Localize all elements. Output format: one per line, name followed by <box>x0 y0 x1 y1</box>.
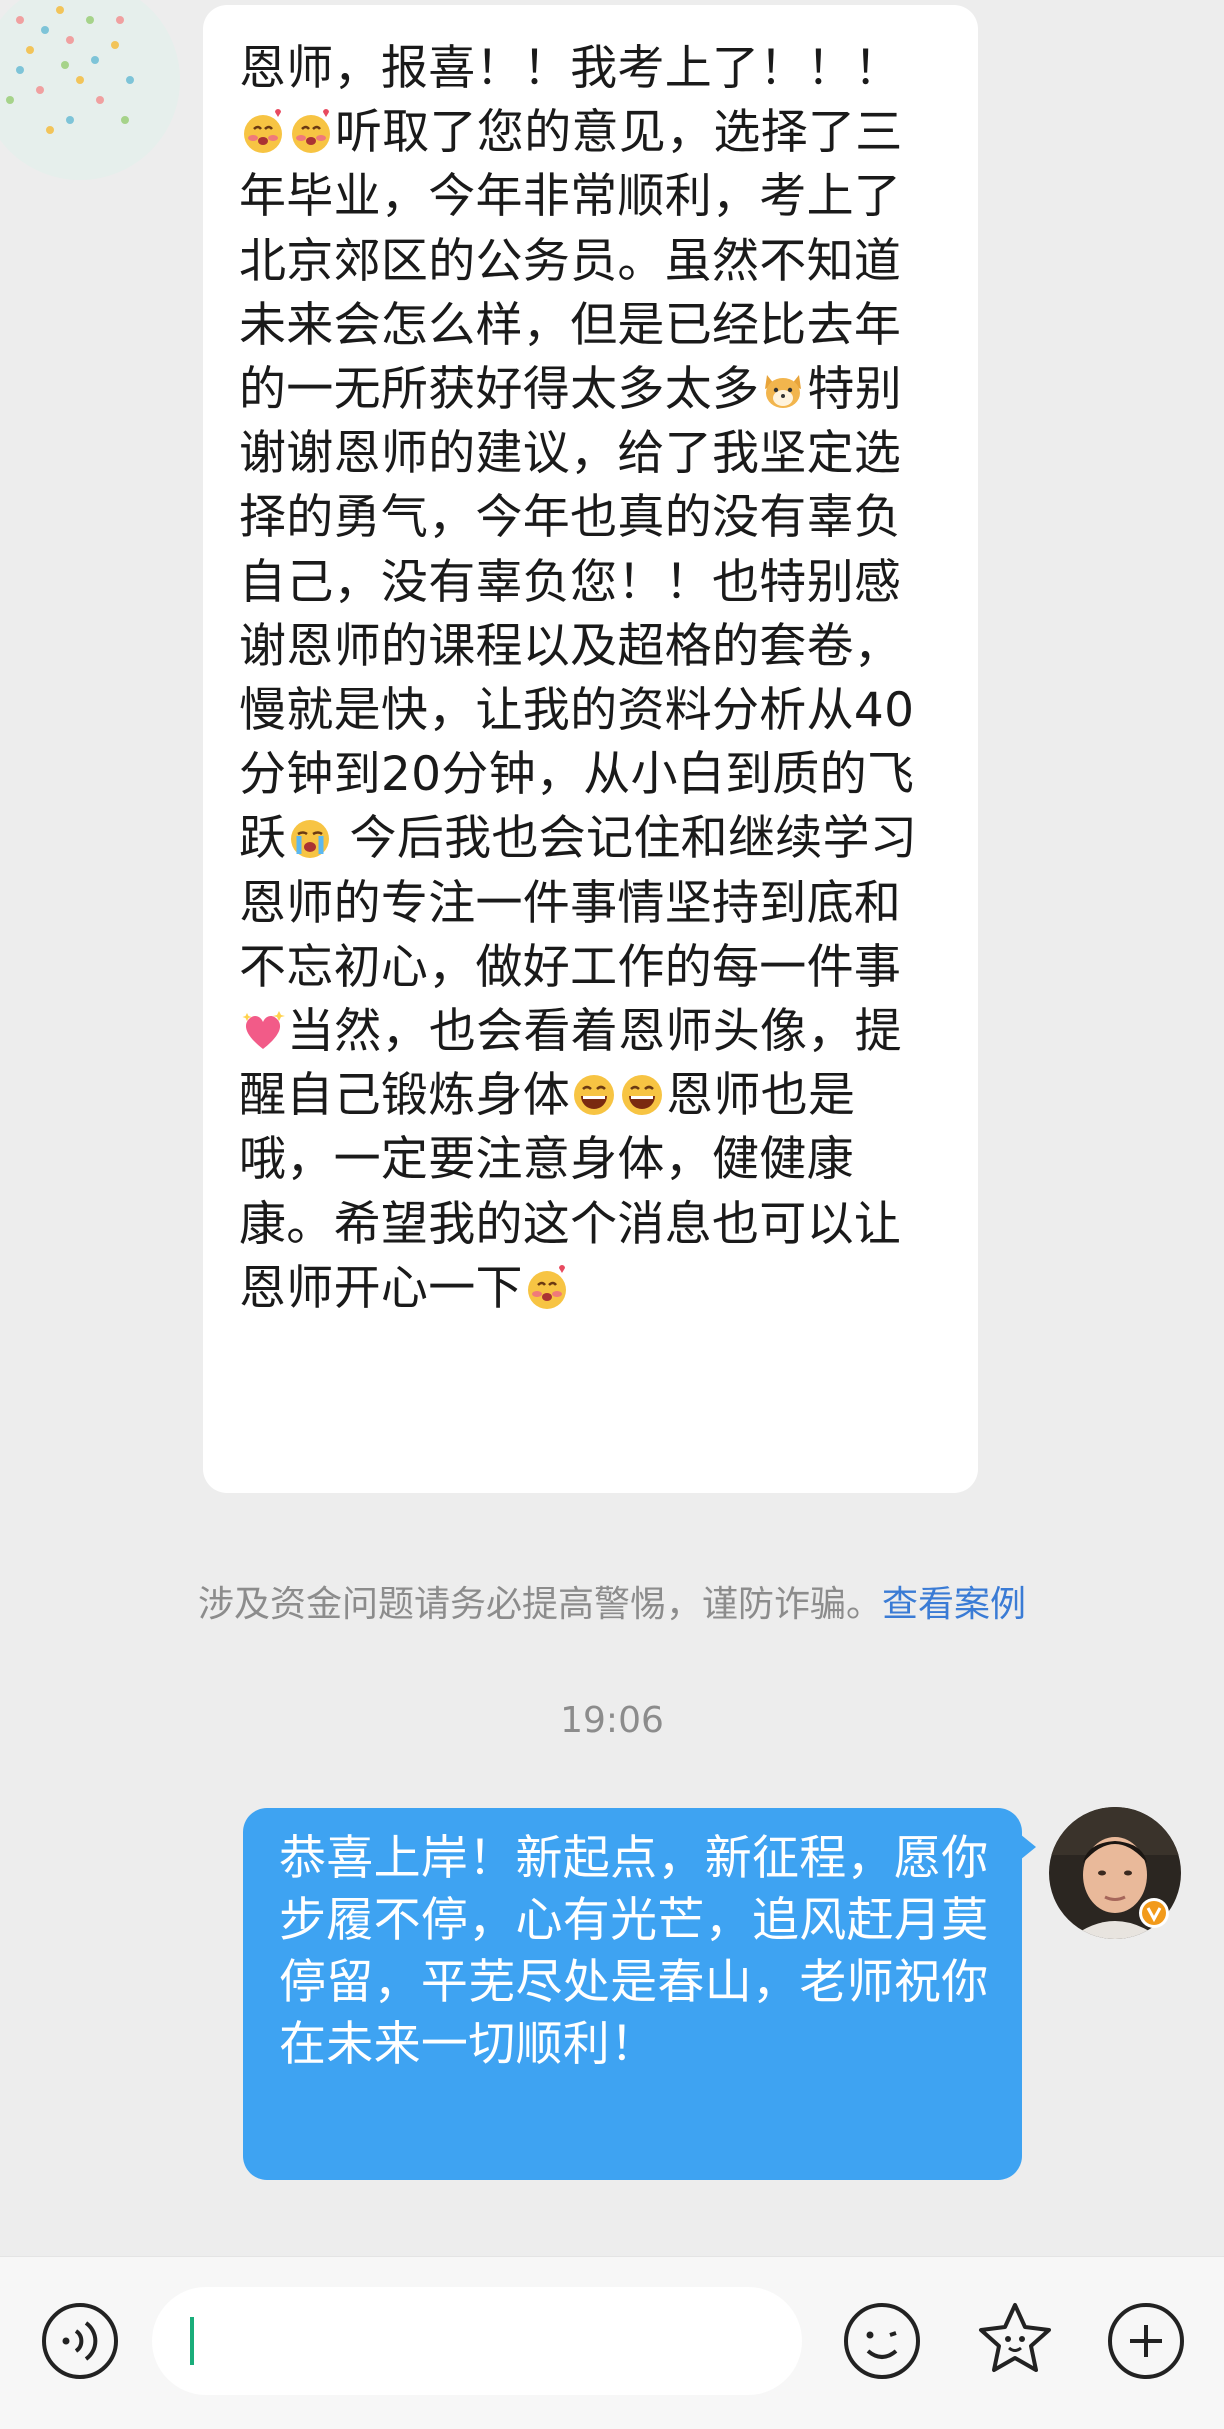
message-text-segment: 今后我也会记住和继续学习恩师的专注一件事情坚持到底和不忘初心，做好工作的每一件事 <box>239 811 918 995</box>
shiba-dog-emoji <box>765 375 802 409</box>
fraud-warning-notice: 涉及资金问题请务必提高警惕，谨防诈骗。查看案例 <box>0 1575 1224 1627</box>
user-avatar-photo <box>1049 1807 1181 1939</box>
sender-avatar[interactable] <box>0 0 180 180</box>
emoji-icon[interactable] <box>840 2299 924 2383</box>
incoming-message-text: 恩师，报喜！！我考上了！！！听取了您的意见，选择了三年毕业，今年非常顺利，考上了… <box>239 37 944 1321</box>
sticker-star-icon[interactable] <box>973 2297 1057 2381</box>
crying-face-emoji <box>291 820 330 859</box>
message-text-segment: 恩师，报喜！！我考上了！！！ <box>239 41 902 96</box>
blushing-face-emoji <box>527 1264 566 1309</box>
text-cursor <box>190 2317 194 2365</box>
view-cases-link[interactable]: 查看案例 <box>882 1584 1026 1625</box>
outgoing-message-bubble[interactable]: 恭喜上岸！新起点，新征程，愿你步履不停，心有光芒，追风赶月莫停留，平芜尽处是春山… <box>243 1808 1036 2180</box>
heart-emoji <box>242 1011 285 1050</box>
blushing-face-emoji <box>244 109 282 154</box>
grinning-face-emoji <box>622 1075 663 1116</box>
message-text-segment: 特别谢谢恩师的建议，给了我坚定选择的勇气，今年也真的没有辜负自己，没有辜负您！！… <box>239 362 915 867</box>
sender-avatar-pattern <box>6 6 134 134</box>
voice-input-icon[interactable] <box>38 2299 122 2383</box>
chat-area: 恩师，报喜！！我考上了！！！听取了您的意见，选择了三年毕业，今年非常顺利，考上了… <box>0 0 1224 2256</box>
grinning-face-emoji <box>574 1075 615 1116</box>
incoming-message-bubble[interactable]: 恩师，报喜！！我考上了！！！听取了您的意见，选择了三年毕业，今年非常顺利，考上了… <box>203 5 978 1493</box>
message-timestamp: 19:06 <box>560 1700 664 1741</box>
user-avatar[interactable] <box>1047 1805 1183 1941</box>
outgoing-message-text: 恭喜上岸！新起点，新征程，愿你步履不停，心有光芒，追风赶月莫停留，平芜尽处是春山… <box>279 1831 989 2072</box>
plus-icon[interactable] <box>1104 2299 1188 2383</box>
input-bar <box>0 2256 1224 2429</box>
blushing-face-emoji <box>292 109 330 154</box>
fraud-warning-text: 涉及资金问题请务必提高警惕，谨防诈骗。 <box>197 1584 882 1625</box>
message-input[interactable] <box>152 2287 802 2395</box>
